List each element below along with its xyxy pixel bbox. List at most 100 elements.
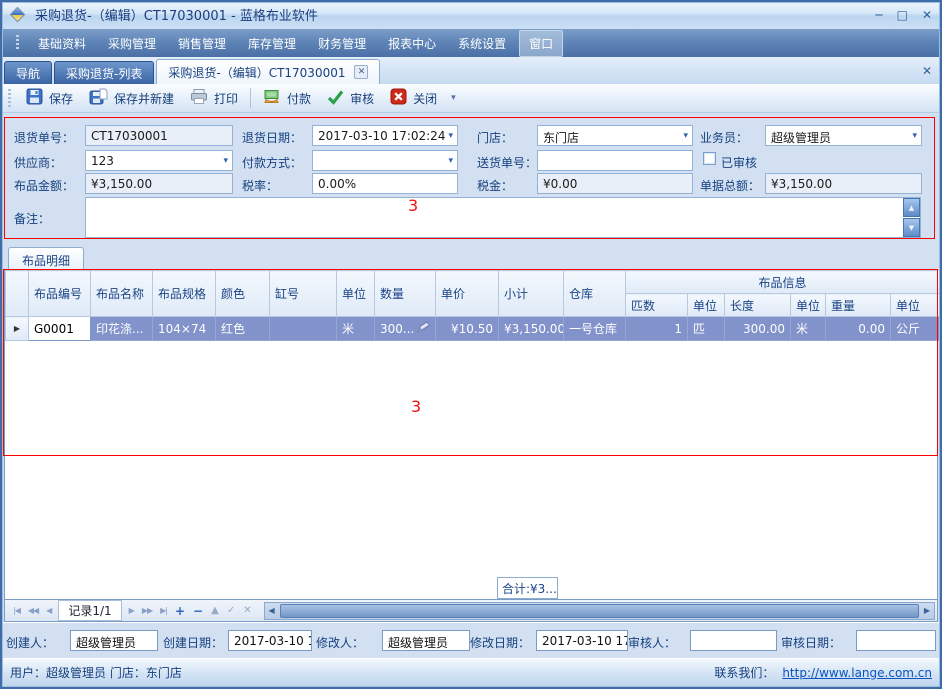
maximize-button[interactable]: □ [897,8,908,22]
store-combo[interactable]: 东门店▾ [537,125,693,146]
col-header-item-spec[interactable]: 布品规格 [153,271,216,317]
prev-page-button[interactable]: ◀◀ [24,606,42,615]
close-button[interactable]: ✕ [922,8,932,22]
chevron-down-icon[interactable]: ▾ [448,156,453,166]
salesman-combo[interactable]: 超级管理员▾ [765,125,922,146]
contact-label: 联系我们： [714,664,774,681]
delete-row-button[interactable]: − [189,604,207,618]
tab-return-edit-label: 采购退货-（编辑）CT17030001 [168,64,345,81]
remark-textarea[interactable]: ▲ ▼ [85,197,921,238]
col-header-weight-unit[interactable]: 单位 [891,294,940,317]
col-header-length[interactable]: 长度 [725,294,791,317]
cell-item-spec[interactable]: 104×74 [153,317,216,341]
col-header-qty[interactable]: 数量 [375,271,436,317]
col-header-subtotal[interactable]: 小计 [499,271,564,317]
col-header-warehouse[interactable]: 仓库 [564,271,626,317]
first-record-button[interactable]: |◀ [9,606,24,615]
tab-return-list[interactable]: 采购退货-列表 [54,61,154,84]
cell-weight[interactable]: 0.00 [826,317,891,341]
payment-combo[interactable]: ▾ [312,150,458,171]
audit-button[interactable]: 审核 [319,86,382,111]
cell-subtotal[interactable]: ¥3,150.00 [499,317,564,341]
toolbar-more-icon[interactable]: ▾ [445,93,462,103]
tab-return-edit[interactable]: 采购退货-（编辑）CT17030001 ✕ [156,59,380,84]
col-header-color[interactable]: 颜色 [216,271,270,317]
cell-length-unit[interactable]: 米 [791,317,826,341]
tab-close-icon[interactable]: ✕ [354,65,368,79]
website-link[interactable]: http://www.lange.com.cn [782,666,932,680]
cell-item-no[interactable]: G0001 [29,317,91,341]
close-icon [390,88,407,108]
cell-length[interactable]: 300.00 [725,317,791,341]
menu-item-window[interactable]: 窗口 [519,30,563,57]
cell-pieces[interactable]: 1 [626,317,688,341]
cell-qty[interactable]: 300... [375,317,436,341]
cell-item-name[interactable]: 印花涤... [91,317,153,341]
pencil-icon [416,321,430,336]
scroll-left-icon[interactable]: ◀ [265,606,279,615]
minimize-button[interactable]: ─ [875,8,882,22]
chevron-down-icon[interactable]: ▾ [448,131,453,141]
delivery-no-input[interactable] [537,150,693,171]
pay-button[interactable]: 付款 [255,85,319,111]
created-date-label: 创建日期： [163,634,223,651]
audited-checkbox[interactable] [703,152,716,165]
table-row[interactable]: ▶ G0001 印花涤... 104×74 红色 米 300... ¥10.50… [6,317,940,341]
tabbar-close-icon[interactable]: ✕ [922,64,932,78]
cell-weight-unit[interactable]: 公斤 [891,317,940,341]
close-doc-button[interactable]: 关闭 [382,85,445,111]
menu-item-finance[interactable]: 财务管理 [309,31,375,56]
scroll-right-icon[interactable]: ▶ [920,606,934,615]
last-record-button[interactable]: ▶| [156,606,171,615]
horizontal-scrollbar[interactable]: ◀ ▶ [264,602,935,620]
chevron-down-icon[interactable]: ▾ [683,131,688,141]
menu-item-settings[interactable]: 系统设置 [449,31,515,56]
col-header-unit[interactable]: 单位 [337,271,375,317]
save-and-new-button[interactable]: 保存并新建 [81,85,182,111]
scroll-down-icon[interactable]: ▼ [903,218,920,237]
return-no-field[interactable]: CT17030001 [85,125,233,146]
cell-dyelot[interactable] [270,317,337,341]
menu-item-sales[interactable]: 销售管理 [169,31,235,56]
cell-color[interactable]: 红色 [216,317,270,341]
col-header-pieces-unit[interactable]: 单位 [688,294,725,317]
status-bar: 用户：超级管理员 门店：东门店 联系我们： http://www.lange.c… [0,658,942,686]
tab-navigation[interactable]: 导航 [4,61,52,84]
save-button[interactable]: 保存 [18,85,81,111]
post-edit-button[interactable]: ✓ [223,605,239,616]
creator-label: 创建人： [6,634,54,651]
cell-unit[interactable]: 米 [337,317,375,341]
return-no-label: 退货单号： [14,129,74,146]
col-header-weight[interactable]: 重量 [826,294,891,317]
next-record-button[interactable]: ▶ [125,606,138,615]
next-page-button[interactable]: ▶▶ [138,606,156,615]
remark-scrollbar[interactable]: ▲ ▼ [903,198,920,237]
cell-price[interactable]: ¥10.50 [436,317,499,341]
col-header-item-name[interactable]: 布品名称 [91,271,153,317]
cell-pieces-unit[interactable]: 匹 [688,317,725,341]
col-header-price[interactable]: 单价 [436,271,499,317]
col-header-pieces[interactable]: 匹数 [626,294,688,317]
tab-detail[interactable]: 布品明细 [8,247,84,269]
return-date-combo[interactable]: 2017-03-10 17:02:24▾ [312,125,458,146]
col-header-length-unit[interactable]: 单位 [791,294,826,317]
scrollbar-thumb[interactable] [280,604,919,618]
scroll-up-icon[interactable]: ▲ [903,198,920,217]
menu-item-inventory[interactable]: 库存管理 [239,31,305,56]
chevron-down-icon[interactable]: ▾ [223,156,228,166]
menu-item-base-data[interactable]: 基础资料 [29,31,95,56]
indicator-column-header [6,271,29,317]
prev-record-button[interactable]: ◀ [42,606,55,615]
col-header-dyelot[interactable]: 缸号 [270,271,337,317]
print-button[interactable]: 打印 [182,85,246,111]
tax-rate-input[interactable]: 0.00% [312,173,458,194]
supplier-combo[interactable]: 123▾ [85,150,233,171]
menu-item-reports[interactable]: 报表中心 [379,31,445,56]
cancel-edit-button[interactable]: ✕ [239,605,255,616]
menu-item-purchase[interactable]: 采购管理 [99,31,165,56]
cell-warehouse[interactable]: 一号仓库 [564,317,626,341]
append-row-button[interactable]: + [171,604,189,618]
edit-row-button[interactable]: ▲ [207,605,223,616]
chevron-down-icon[interactable]: ▾ [912,131,917,141]
col-header-item-no[interactable]: 布品编号 [29,271,91,317]
